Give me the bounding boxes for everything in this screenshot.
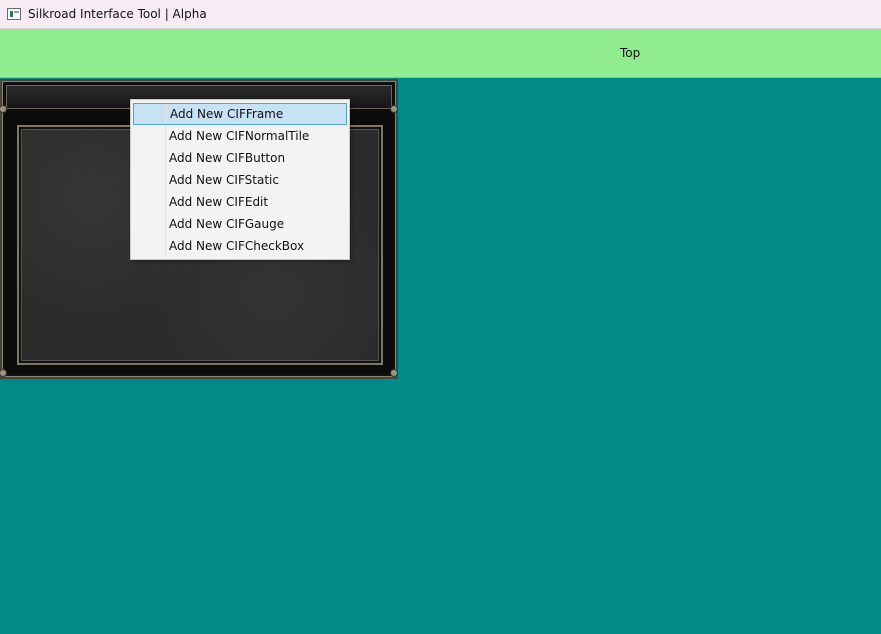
menu-item-add-cifedit[interactable]: Add New CIFEdit	[133, 191, 347, 213]
menu-item-add-cifstatic[interactable]: Add New CIFStatic	[133, 169, 347, 191]
menu-item-label: Add New CIFNormalTile	[169, 129, 310, 143]
menu-item-add-cifcheckbox[interactable]: Add New CIFCheckBox	[133, 235, 347, 257]
menu-gutter	[165, 169, 166, 191]
top-panel-label: Top	[620, 46, 641, 60]
menu-item-label: Add New CIFButton	[169, 151, 286, 165]
title-bar: Silkroad Interface Tool | Alpha	[0, 0, 881, 29]
menu-gutter	[165, 125, 166, 147]
menu-gutter	[165, 147, 166, 169]
frame-corner-ornament	[0, 105, 7, 113]
frame-corner-ornament	[390, 369, 398, 377]
frame-corner-ornament	[390, 105, 398, 113]
window-title: Silkroad Interface Tool | Alpha	[28, 7, 207, 21]
menu-item-label: Add New CIFGauge	[169, 217, 285, 231]
menu-gutter	[165, 213, 166, 235]
menu-item-label: Add New CIFCheckBox	[169, 239, 305, 253]
frame-corner-ornament	[0, 369, 7, 377]
menu-item-add-cifbutton[interactable]: Add New CIFButton	[133, 147, 347, 169]
menu-item-label: Add New CIFFrame	[170, 107, 284, 121]
context-menu: Add New CIFFrame Add New CIFNormalTile A…	[130, 99, 350, 260]
menu-gutter	[166, 104, 167, 124]
app-window-icon	[7, 8, 21, 20]
menu-item-add-ciframe[interactable]: Add New CIFFrame	[133, 103, 347, 125]
menu-item-label: Add New CIFStatic	[169, 173, 279, 187]
menu-item-add-cifnormaltile[interactable]: Add New CIFNormalTile	[133, 125, 347, 147]
menu-item-label: Add New CIFEdit	[169, 195, 269, 209]
menu-gutter	[165, 191, 166, 213]
menu-item-add-cifgauge[interactable]: Add New CIFGauge	[133, 213, 347, 235]
menu-gutter	[165, 235, 166, 257]
top-panel[interactable]: Top	[0, 29, 881, 78]
